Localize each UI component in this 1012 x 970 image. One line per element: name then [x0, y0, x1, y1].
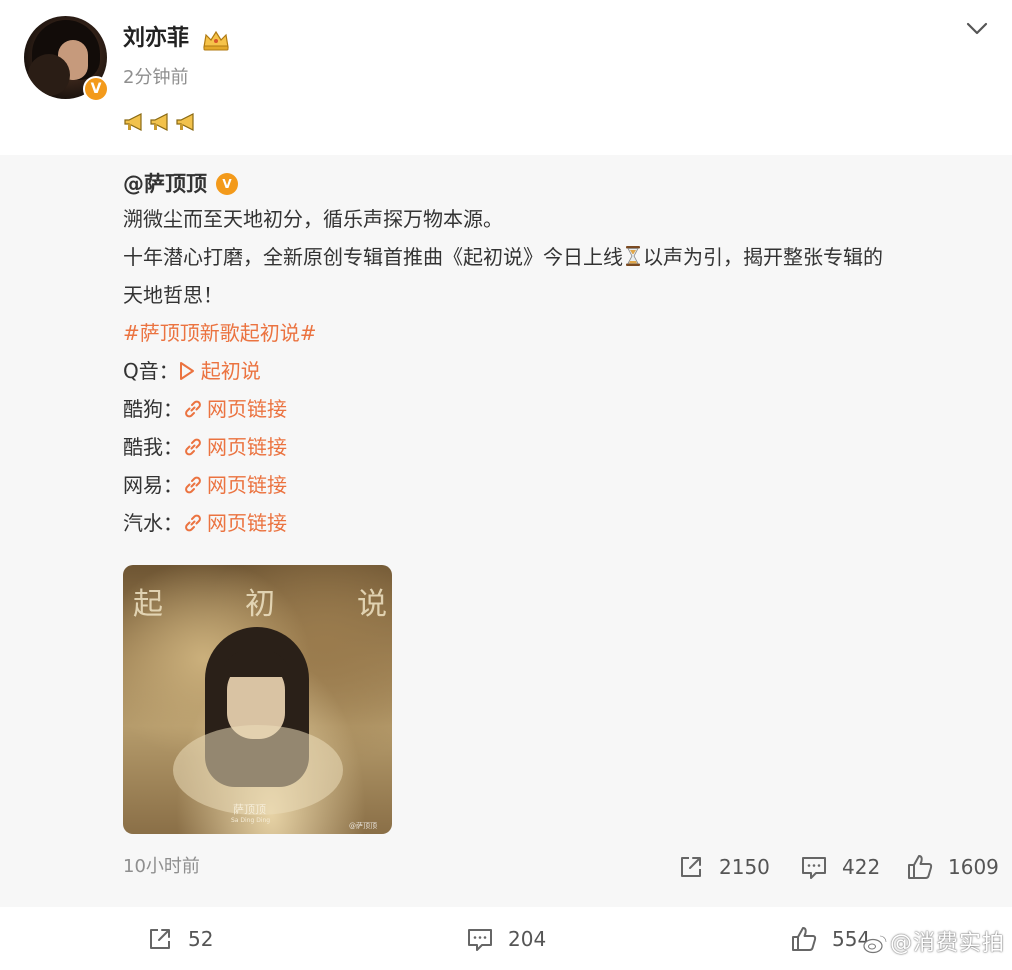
play-icon — [179, 362, 194, 380]
verified-badge: V — [83, 76, 109, 102]
repost-count: 2150 — [719, 855, 770, 879]
content-line: 溯微尘而至天地初分，循乐声探万物本源。 — [123, 207, 503, 231]
share-icon — [681, 857, 701, 877]
platform-label: 汽水： — [123, 511, 183, 535]
like-button[interactable]: 554 — [790, 924, 870, 954]
thumbs-up-icon — [908, 855, 933, 879]
hashtag-link[interactable]: #萨顶顶新歌起初说# — [123, 321, 317, 345]
content-text: 以声为引，揭开整张专辑的 — [643, 245, 883, 269]
comment-icon — [802, 857, 826, 879]
album-cover-image[interactable]: 起 初 说 萨顶顶 Sa Ding Ding @萨顶顶 — [123, 565, 392, 834]
comment-button[interactable]: 204 — [466, 924, 546, 954]
watermark-text: @消费实拍 — [890, 931, 1006, 956]
music-link-row: 汽水： 网页链接 — [123, 504, 993, 542]
image-watermark: @萨顶顶 — [349, 822, 377, 830]
thumbs-up-icon — [792, 927, 817, 951]
comment-icon — [468, 929, 492, 951]
link-icon — [185, 400, 201, 418]
megaphone-icon — [150, 113, 168, 131]
platform-label: 酷狗： — [123, 397, 183, 421]
web-link[interactable]: 网页链接 — [183, 397, 287, 421]
original-author-name[interactable]: @萨顶顶 — [123, 170, 207, 198]
album-title-char: 说 — [357, 587, 387, 622]
repost-count-button[interactable]: 2150 — [677, 852, 770, 882]
content-line: 天地哲思！ — [123, 283, 223, 307]
megaphone-icon — [176, 113, 194, 131]
platform-label: 网易： — [123, 473, 183, 497]
link-text: 网页链接 — [207, 435, 287, 459]
author-name[interactable]: 刘亦菲 — [123, 24, 189, 54]
content-text: 十年潜心打磨，全新原创专辑首推曲《起初说》今日上线 — [123, 245, 623, 269]
web-link[interactable]: 网页链接 — [183, 511, 287, 535]
original-author[interactable]: @萨顶顶 V — [123, 170, 238, 198]
link-text: 网页链接 — [207, 397, 287, 421]
hashtag-line: #萨顶顶新歌起初说# — [123, 314, 993, 352]
repost-button[interactable]: 52 — [146, 924, 213, 954]
link-text: 网页链接 — [207, 473, 287, 497]
music-link-row: 网易： 网页链接 — [123, 466, 993, 504]
album-title-char: 初 — [245, 587, 275, 622]
verified-badge: V — [216, 173, 238, 195]
repost-count: 52 — [188, 927, 214, 951]
like-count-button[interactable]: 1609 — [906, 852, 999, 882]
avatar-cat — [28, 54, 70, 96]
song-link[interactable]: 起初说 — [179, 359, 261, 383]
album-title-char: 起 — [133, 587, 163, 622]
source-watermark: @消费实拍 — [862, 925, 1005, 957]
like-count: 1609 — [948, 855, 999, 879]
comment-count-button[interactable]: 422 — [800, 852, 880, 882]
content-line: 十年潜心打磨，全新原创专辑首推曲《起初说》今日上线 以声为引，揭开整张专辑的 — [123, 238, 993, 276]
post-time: 2分钟前 — [123, 67, 189, 88]
comment-count: 204 — [508, 927, 547, 951]
album-figure-bangs — [223, 651, 289, 677]
comment-count: 422 — [842, 855, 881, 879]
platform-label: 酷我： — [123, 435, 183, 459]
link-text: 网页链接 — [207, 511, 287, 535]
repost-content: 溯微尘而至天地初分，循乐声探万物本源。 十年潜心打磨，全新原创专辑首推曲《起初说… — [123, 200, 993, 542]
album-artist: 萨顶顶 — [233, 803, 266, 816]
web-link[interactable]: 网页链接 — [183, 473, 287, 497]
music-link-row: 酷我： 网页链接 — [123, 428, 993, 466]
link-icon — [185, 438, 201, 456]
link-icon — [185, 514, 201, 532]
music-link-row: Q音： 起初说 — [123, 352, 993, 390]
megaphone-emoji-row — [123, 110, 199, 134]
hourglass-icon — [626, 246, 640, 266]
link-text: 起初说 — [200, 359, 261, 383]
album-artist-en: Sa Ding Ding — [231, 817, 271, 824]
original-post-time: 10小时前 — [123, 856, 200, 877]
link-icon — [185, 476, 201, 494]
repost-card[interactable]: @萨顶顶 V 溯微尘而至天地初分，循乐声探万物本源。 十年潜心打磨，全新原创专辑… — [0, 155, 1012, 907]
crown-icon — [203, 30, 229, 51]
platform-label: Q音： — [123, 359, 179, 383]
post-action-bar: 52 204 554 @消费实拍 — [0, 907, 1012, 970]
web-link[interactable]: 网页链接 — [183, 435, 287, 459]
share-icon — [150, 929, 170, 949]
music-link-row: 酷狗： 网页链接 — [123, 390, 993, 428]
post-header: V 刘亦菲 2分钟前 — [0, 0, 1012, 155]
megaphone-icon — [124, 113, 142, 131]
weibo-logo-icon — [863, 935, 887, 954]
chevron-down-icon[interactable] — [962, 16, 992, 42]
